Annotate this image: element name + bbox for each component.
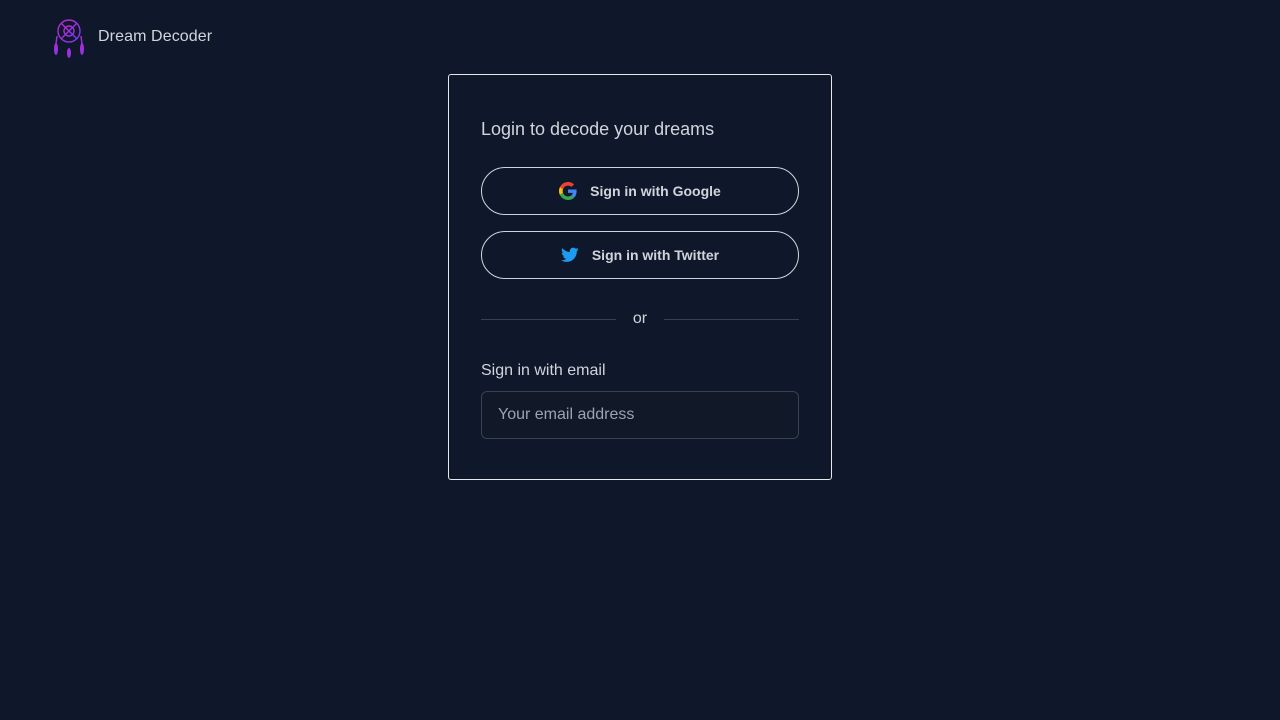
login-card: Login to decode your dreams Sign in with… [448, 74, 832, 480]
divider-line-left [481, 318, 616, 320]
app-name: Dream Decoder [98, 28, 213, 45]
google-sign-in-button[interactable]: Sign in with Google [481, 167, 799, 215]
email-label: Sign in with email [481, 362, 606, 379]
divider-line-right [664, 318, 800, 320]
email-input[interactable] [481, 391, 799, 439]
divider-text: or [632, 310, 648, 327]
twitter-sign-in-button[interactable]: Sign in with Twitter [481, 231, 799, 279]
twitter-icon [560, 246, 579, 264]
login-title: Login to decode your dreams [481, 119, 715, 139]
header: Dream Decoder [52, 16, 212, 58]
or-divider: or [481, 309, 800, 329]
google-button-label: Sign in with Google [590, 183, 721, 199]
dreamcatcher-icon [52, 16, 86, 58]
google-icon [559, 182, 577, 200]
twitter-button-label: Sign in with Twitter [591, 247, 720, 263]
